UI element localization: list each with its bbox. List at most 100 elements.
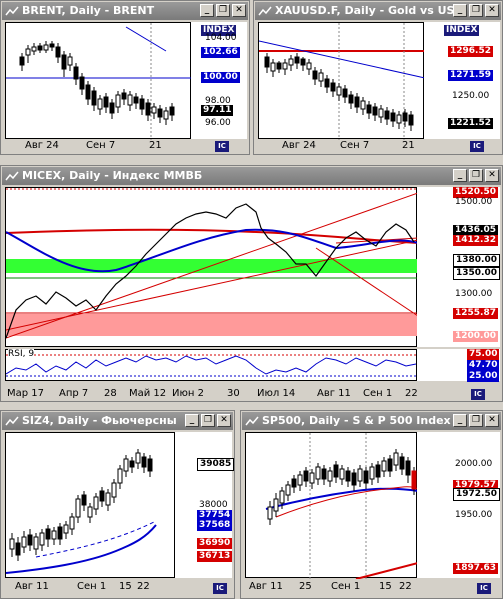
- gold-ma-red-tag: 1296.52: [448, 46, 493, 57]
- brent-x-label: Сен 7: [86, 140, 116, 151]
- chart-settings-icon[interactable]: IC: [213, 583, 227, 594]
- sp500-x-label: Авг 11: [249, 581, 283, 592]
- micex-x-label: Апр 7: [59, 388, 89, 399]
- restore-icon[interactable]: ❐: [469, 4, 483, 17]
- brent-price-scale[interactable]: INDEX 104.00 102.66 100.00 98.00 97.11 9…: [191, 22, 247, 139]
- siz4-chart-window[interactable]: SIZ4, Daily - Фьючерсны _ ❐ ✕ 39085 3800…: [0, 410, 235, 599]
- siz4-ma-tag: 37568: [197, 520, 233, 531]
- micex-x-label: Сен 1: [363, 388, 393, 399]
- micex-rsi-value-tag: 47.70: [467, 360, 500, 371]
- micex-rsi-label: RSI, 9: [8, 349, 35, 359]
- chart-settings-icon[interactable]: IC: [471, 389, 485, 400]
- brent-plot-area[interactable]: [5, 22, 192, 140]
- siz4-scale-tick: 38000: [199, 500, 228, 510]
- gold-ma-blue-tag: 1271.59: [448, 70, 493, 81]
- micex-rsi-scale[interactable]: 75.00 47.70 25.00: [417, 349, 500, 382]
- micex-title-bar[interactable]: MICEX, Daily - Индекс ММВБ _ ❐ ✕: [2, 167, 501, 185]
- sp500-title: SP500, Daily - S & P 500 Index: [262, 414, 451, 427]
- micex-level-tag: 1255.87: [453, 308, 498, 319]
- gold-chart-window[interactable]: XAUUSD.F, Daily - Gold vs US _ ❐ ✕ INDEX…: [253, 0, 503, 155]
- gold-title: XAUUSD.F, Daily - Gold vs US: [275, 4, 455, 17]
- micex-plot-area[interactable]: [5, 187, 418, 347]
- brent-chart-window[interactable]: BRENT, Daily - BRENT _ ❐ ✕ INDEX 104.00 …: [0, 0, 250, 155]
- brent-x-label: 21: [149, 140, 162, 151]
- chart-settings-icon[interactable]: IC: [477, 583, 491, 594]
- minimize-icon[interactable]: _: [453, 169, 467, 182]
- micex-rsi-75-tag: 75.00: [467, 349, 500, 360]
- micex-scale-tick: 1500.00: [455, 197, 493, 207]
- minimize-icon[interactable]: _: [453, 414, 467, 427]
- gold-x-label: 21: [402, 140, 415, 151]
- chart-icon: [5, 171, 19, 181]
- gold-price-chart: [259, 23, 425, 140]
- brent-level-tag: 100.00: [201, 72, 240, 83]
- gold-title-bar[interactable]: XAUUSD.F, Daily - Gold vs US _ ❐ ✕: [255, 2, 501, 20]
- brent-ma-tag: 102.66: [201, 47, 240, 58]
- siz4-price-tag: 39085: [197, 458, 235, 471]
- siz4-level-tag: 36990: [197, 538, 233, 549]
- micex-chart-window[interactable]: MICEX, Daily - Индекс ММВБ _ ❐ ✕ 1520.50…: [0, 165, 503, 402]
- sp500-price-scale[interactable]: 2000.00 1979.57 1972.50 1950.00 1897.63: [417, 432, 500, 578]
- restore-icon[interactable]: ❐: [201, 414, 215, 427]
- micex-x-label: Июн 2: [172, 388, 204, 399]
- sp500-x-label: 15: [379, 581, 392, 592]
- brent-scale-tick: 104.00: [205, 33, 237, 43]
- micex-x-label: Мар 17: [7, 388, 45, 399]
- minimize-icon[interactable]: _: [453, 4, 467, 17]
- chart-settings-icon[interactable]: IC: [215, 141, 229, 152]
- micex-support-tag: 1380.00: [453, 254, 500, 267]
- sp500-plot-area[interactable]: [245, 432, 418, 579]
- chart-icon: [258, 6, 272, 16]
- close-icon[interactable]: ✕: [217, 414, 231, 427]
- brent-title-bar[interactable]: BRENT, Daily - BRENT _ ❐ ✕: [2, 2, 248, 20]
- minimize-icon[interactable]: _: [200, 4, 214, 17]
- micex-zone-tag: 1200.00: [453, 331, 498, 342]
- micex-support-tag: 1350.00: [453, 267, 500, 280]
- micex-rsi-chart: [6, 354, 418, 377]
- micex-price-scale[interactable]: 1520.50 1500.00 1436.05 1412.32 1380.00 …: [417, 187, 500, 347]
- chart-icon: [5, 6, 19, 16]
- sp500-title-bar[interactable]: SP500, Daily - S & P 500 Index _ ❐ ✕: [242, 412, 501, 430]
- sp500-chart-window[interactable]: SP500, Daily - S & P 500 Index _ ❐ ✕ 200…: [240, 410, 503, 599]
- close-icon[interactable]: ✕: [485, 169, 499, 182]
- sp500-price-chart: [265, 433, 418, 579]
- gold-price-scale[interactable]: INDEX 1296.52 1271.59 1250.00 1221.52: [424, 22, 500, 139]
- siz4-x-label: Сен 1: [77, 581, 107, 592]
- restore-icon[interactable]: ❐: [469, 169, 483, 182]
- minimize-icon[interactable]: _: [185, 414, 199, 427]
- micex-rsi-25-tag: 25.00: [467, 371, 500, 382]
- micex-x-label: Май 12: [129, 388, 167, 399]
- gold-price-tag: 1221.52: [448, 118, 493, 129]
- close-icon[interactable]: ✕: [232, 4, 246, 17]
- siz4-title-bar[interactable]: SIZ4, Daily - Фьючерсны _ ❐ ✕: [2, 412, 233, 430]
- micex-rsi-panel[interactable]: RSI, 9: [5, 349, 418, 381]
- siz4-price-chart: [6, 449, 157, 574]
- sp500-scale-tick: 2000.00: [455, 459, 493, 469]
- restore-icon[interactable]: ❐: [216, 4, 230, 17]
- close-icon[interactable]: ✕: [485, 4, 499, 17]
- sp500-scale-tick: 1950.00: [455, 510, 493, 520]
- gold-index-label: INDEX: [444, 25, 480, 36]
- siz4-x-label: 15: [119, 581, 132, 592]
- chart-settings-icon[interactable]: IC: [470, 141, 484, 152]
- micex-x-label: Авг 11: [317, 388, 351, 399]
- restore-icon[interactable]: ❐: [469, 414, 483, 427]
- close-icon[interactable]: ✕: [485, 414, 499, 427]
- brent-price-tag: 97.11: [201, 105, 234, 116]
- micex-scale-tick: 1300.00: [455, 289, 493, 299]
- brent-scale-tick: 96.00: [205, 118, 231, 128]
- gold-x-label: Сен 7: [340, 140, 370, 151]
- micex-ma-tag: 1412.32: [453, 235, 498, 246]
- siz4-level-tag: 36713: [197, 551, 233, 562]
- chart-icon: [5, 416, 19, 426]
- sp500-price-tag: 1972.50: [453, 488, 500, 501]
- micex-x-label: 30: [227, 388, 240, 399]
- siz4-plot-area[interactable]: [5, 432, 175, 578]
- micex-x-label: Июл 14: [257, 388, 296, 399]
- chart-icon: [245, 416, 259, 426]
- gold-plot-area[interactable]: [258, 22, 425, 140]
- sp500-x-label: 22: [399, 581, 412, 592]
- siz4-price-scale[interactable]: 39085 38000 37754 37568 36990 36713: [175, 432, 235, 578]
- brent-x-label: Авг 24: [25, 140, 59, 151]
- gold-scale-tick: 1250.00: [452, 91, 490, 101]
